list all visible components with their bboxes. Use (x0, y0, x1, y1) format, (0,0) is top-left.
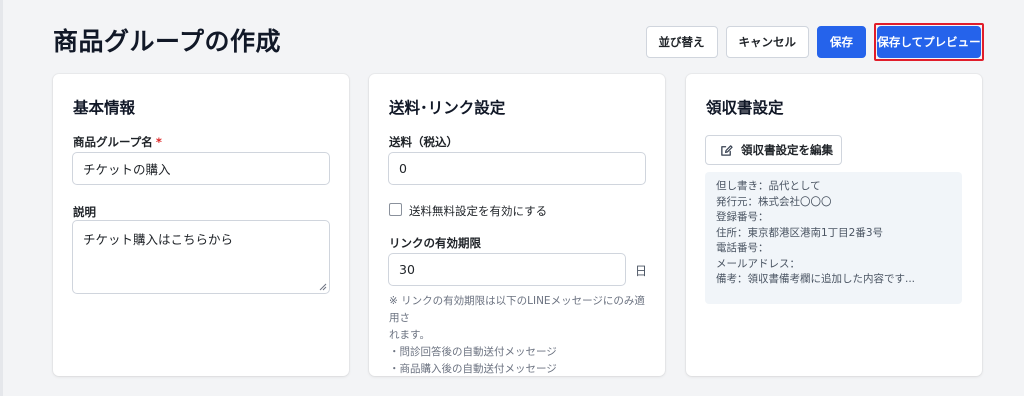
save-button[interactable]: 保存 (817, 26, 866, 58)
note-line: ・商品購入後の自動送付メッセージ (389, 363, 557, 375)
receipt-line: 備考：領収書備考欄に追加した内容です... (716, 273, 916, 285)
link-expiry-input[interactable]: 30 (388, 253, 626, 286)
group-name-label-text: 商品グループ名 (73, 135, 153, 149)
page-title: 商品グループの作成 (53, 27, 282, 56)
shipping-link-card: 送料･リンク設定 送料（税込） 0 送料無料設定を有効にする リンクの有効期限 … (369, 74, 665, 376)
receipt-line: 電話番号： (716, 242, 769, 254)
shipping-fee-value: 0 (399, 161, 407, 176)
description-textarea[interactable]: チケット購入はこちらから (72, 220, 330, 294)
group-name-label: 商品グループ名 * (73, 134, 162, 150)
shipping-fee-input[interactable]: 0 (388, 152, 646, 185)
receipt-line: 登録番号： (716, 211, 769, 223)
free-shipping-label[interactable]: 送料無料設定を有効にする (409, 203, 547, 219)
link-expiry-unit: 日 (635, 264, 648, 278)
note-line: ・問診回答後の自動送付メッセージ (389, 346, 557, 358)
edit-receipt-label: 領収書設定を編集 (741, 145, 833, 157)
receipt-line: 住所：東京都港区港南1丁目2番3号 (716, 226, 884, 239)
edit-receipt-button[interactable]: 領収書設定を編集 (705, 135, 842, 165)
note-line: ※ リンクの有効期限は以下のLINEメッセージにのみ適用さ (389, 295, 645, 324)
save-and-preview-button[interactable]: 保存してプレビュー (877, 26, 981, 58)
resize-grip-icon[interactable] (319, 283, 327, 291)
receipt-preview: 但し書き：品代として 発行元：株式会社〇〇〇 登録番号： 住所：東京都港区港南1… (705, 172, 962, 304)
description-label: 説明 (73, 205, 96, 219)
edit-icon (721, 144, 733, 156)
group-name-value: チケットの購入 (83, 162, 171, 177)
shipping-fee-label: 送料（税込） (389, 135, 458, 149)
basic-info-card: 基本情報 商品グループ名 * チケットの購入 説明 チケット購入はこちらから (53, 74, 349, 376)
basic-info-title: 基本情報 (73, 99, 136, 117)
receipt-card: 領収書設定 領収書設定を編集 但し書き：品代として 発行元：株式会社〇〇〇 登録… (686, 74, 982, 376)
link-expiry-label: リンクの有効期限 (389, 236, 481, 250)
receipt-line: 発行元：株式会社〇〇〇 (716, 195, 832, 208)
reorder-button[interactable]: 並び替え (645, 26, 718, 58)
header-actions: 並び替え キャンセル 保存 保存してプレビュー (645, 23, 984, 61)
required-mark: * (155, 135, 162, 149)
receipt-title: 領収書設定 (706, 99, 784, 117)
highlight-frame: 保存してプレビュー (874, 23, 984, 61)
note-line: れます。 (389, 329, 430, 341)
link-expiry-value: 30 (399, 262, 415, 277)
window-edge (0, 0, 3, 396)
free-shipping-checkbox[interactable] (389, 203, 402, 216)
link-expiry-note: ※ リンクの有効期限は以下のLINEメッセージにのみ適用さ れます。 ・問診回答… (389, 293, 651, 378)
cancel-button[interactable]: キャンセル (725, 26, 809, 58)
group-name-input[interactable]: チケットの購入 (72, 152, 330, 185)
receipt-line: 但し書き：品代として (716, 180, 821, 192)
shipping-link-title: 送料･リンク設定 (389, 99, 506, 117)
receipt-line: メールアドレス： (716, 257, 800, 270)
description-value: チケット購入はこちらから (83, 232, 234, 247)
